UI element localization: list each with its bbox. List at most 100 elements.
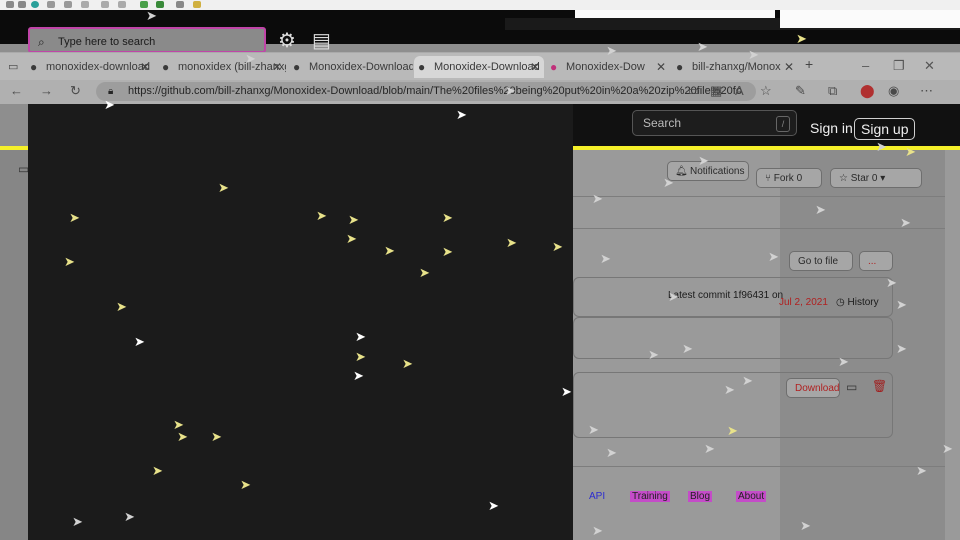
new-tab-icon[interactable]: + <box>805 56 813 72</box>
cursor-icon: ➤ <box>353 368 364 383</box>
back-icon[interactable]: ← <box>10 83 23 98</box>
forward-icon[interactable]: → <box>40 83 53 98</box>
cursor-icon: ➤ <box>316 208 327 223</box>
footer-link[interactable]: Training <box>630 491 670 502</box>
browser-tab[interactable]: ● Monoxidex-Dow ✕ <box>546 56 670 78</box>
browser-tab[interactable]: ● Monoxidex-Download <box>289 56 413 78</box>
cursor-icon: ➤ <box>697 39 708 54</box>
dark-overlay-panel <box>28 104 573 540</box>
browser-tab[interactable]: ● monoxidex (bill-zhanxg) ✕ <box>158 56 286 78</box>
close-icon[interactable]: ✕ <box>656 56 666 78</box>
cursor-icon: ➤ <box>592 191 603 206</box>
tab-title: Monoxidex-Dow <box>566 61 645 73</box>
read-aloud-icon[interactable]: A <box>735 83 744 98</box>
tab-actions-icon[interactable]: ▭ <box>8 60 18 73</box>
history-label: History <box>847 297 879 308</box>
restore-icon[interactable]: ❐ <box>893 58 905 74</box>
cursor-icon: ➤ <box>942 441 953 456</box>
cursor-icon: ➤ <box>124 509 135 524</box>
tab-title: monoxidex (bill-zhanxg) <box>178 61 286 73</box>
collections-icon[interactable]: ⧉ <box>828 83 837 99</box>
gear-icon[interactable]: ⚙ <box>278 28 296 53</box>
footer-link[interactable]: Blog <box>688 491 713 502</box>
close-window-icon[interactable]: ✕ <box>924 58 935 74</box>
cursor-icon: ➤ <box>442 210 453 225</box>
folder-icon[interactable] <box>193 1 201 8</box>
play-icon[interactable] <box>118 1 126 8</box>
chevron-down-icon[interactable]: ▾ <box>880 173 885 184</box>
extension-icon[interactable]: ✎ <box>795 83 806 99</box>
more-button[interactable]: ... <box>859 251 893 271</box>
undo-icon[interactable] <box>156 1 164 8</box>
toolbar-icon[interactable] <box>64 1 72 8</box>
delete-icon[interactable]: 🗑︎ <box>872 379 887 393</box>
divider <box>573 228 945 229</box>
divider <box>573 466 945 467</box>
extension-icon[interactable]: ⬤ <box>860 83 875 99</box>
favorite-icon[interactable]: ☆ <box>760 83 772 99</box>
qr-icon[interactable]: ▦ <box>710 83 722 99</box>
toolbar-icon[interactable] <box>81 1 89 8</box>
cursor-icon: ➤ <box>796 31 807 46</box>
cursor-icon: ➤ <box>134 334 145 349</box>
browser-tab-active[interactable]: ● Monoxidex-Download ✕ <box>414 56 544 78</box>
clipboard-icon[interactable]: ▤ <box>312 28 331 53</box>
github-search-placeholder: Search <box>643 116 682 130</box>
taskbar-search-placeholder: Type here to search <box>58 36 156 48</box>
cursor-icon: ➤ <box>704 441 715 456</box>
commit-hash[interactable]: 1f96431 <box>733 290 769 301</box>
download-button[interactable]: Download <box>786 378 840 398</box>
github-icon: ● <box>676 60 684 74</box>
star-button[interactable]: ☆ Star 0 ▾ <box>830 168 922 188</box>
close-icon[interactable]: ✕ <box>530 56 540 78</box>
close-icon[interactable]: ✕ <box>784 56 794 78</box>
cursor-icon: ➤ <box>348 212 359 227</box>
cursor-icon: ➤ <box>768 249 779 264</box>
cursor-icon: ➤ <box>648 347 659 362</box>
white-bar <box>780 10 960 28</box>
address-bar[interactable]: 🔒︎ https://github.com/bill-zhanxg/Monoxi… <box>96 82 756 101</box>
github-icon: ● <box>293 60 301 74</box>
sign-in-link[interactable]: Sign in <box>810 120 853 136</box>
cursor-icon: ➤ <box>600 251 611 266</box>
go-to-file-button[interactable]: Go to file <box>789 251 853 271</box>
footer-link[interactable]: API <box>589 491 605 502</box>
cursor-icon: ➤ <box>104 97 115 112</box>
cursor-icon: ➤ <box>905 144 916 159</box>
toolbar-icon[interactable] <box>47 1 55 8</box>
reload-icon[interactable]: ↻ <box>70 83 81 99</box>
toolbar-icon[interactable] <box>6 1 14 8</box>
close-icon[interactable]: ✕ <box>140 56 150 78</box>
more-menu-icon[interactable]: ⋯ <box>920 83 933 99</box>
history-link[interactable]: ◷ History <box>836 297 879 308</box>
browser-tab[interactable]: ● monoxidex-download ✕ <box>26 56 154 78</box>
profile-icon[interactable]: ◉ <box>888 83 899 99</box>
pause-icon[interactable] <box>101 1 109 8</box>
cursor-icon: ➤ <box>346 231 357 246</box>
monitor-icon[interactable] <box>176 1 184 8</box>
cursor-icon: ➤ <box>896 341 907 356</box>
desktop-icon[interactable]: ▭ <box>846 380 857 394</box>
divider <box>573 196 945 197</box>
tab-title: monoxidex-download <box>46 61 150 73</box>
sign-up-button[interactable]: Sign up <box>854 118 916 140</box>
cursor-icon: ➤ <box>442 244 453 259</box>
record-icon[interactable] <box>31 1 39 8</box>
contributors-box <box>573 317 893 359</box>
cursor-icon: ➤ <box>698 153 709 168</box>
close-icon[interactable]: ✕ <box>272 56 282 78</box>
browser-tab[interactable]: ● bill-zhanxg/Monox ✕ <box>672 56 798 78</box>
fork-icon: ⑂ <box>765 173 774 184</box>
github-search-input[interactable]: Search / <box>632 110 797 136</box>
toolbar-icon[interactable] <box>140 1 148 8</box>
minimize-icon[interactable]: – <box>862 58 869 73</box>
cursor-icon: ➤ <box>916 463 927 478</box>
taskbar-search[interactable]: ⌕ Type here to search <box>28 27 266 53</box>
cursor-icon: ➤ <box>384 243 395 258</box>
screen-icon[interactable]: ▭ <box>688 83 700 99</box>
cursor-icon: ➤ <box>668 289 679 304</box>
toolbar-icon[interactable] <box>18 1 26 8</box>
fork-button[interactable]: ⑂ Fork 0 <box>756 168 822 188</box>
footer-link[interactable]: About <box>736 491 767 502</box>
cursor-icon: ➤ <box>682 341 693 356</box>
